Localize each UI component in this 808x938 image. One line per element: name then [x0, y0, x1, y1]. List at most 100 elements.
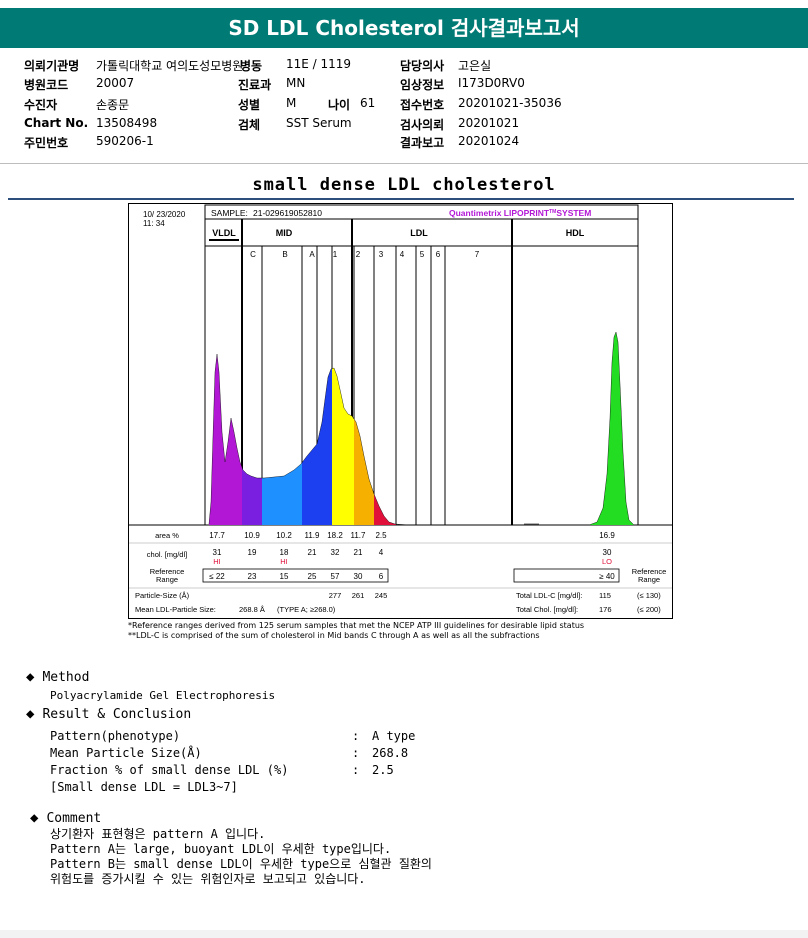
sex-label: 성별 [238, 98, 261, 112]
band-label: 2 [356, 250, 361, 259]
chart-no-label: Chart No. [24, 116, 89, 130]
total-chol-value: 176 [599, 605, 612, 614]
dept-label: 진료과 [238, 78, 272, 92]
ref-value: 57 [331, 572, 340, 581]
diamond-icon: ◆ [26, 669, 35, 685]
comment-line: Pattern B는 small dense LDL이 우세한 type으로 심… [50, 857, 432, 871]
hospital-code-label: 병원코드 [24, 78, 69, 92]
report-date: 10/ 23/2020 [143, 210, 186, 219]
comment-line: 위험도를 증가시킬 수 있는 위험인자로 보고되고 있습니다. [50, 872, 366, 886]
result-row-label: Pattern(phenotype) [50, 729, 181, 743]
chol-flag: HI [280, 557, 288, 566]
ward-value: 11E / 1119 [286, 57, 352, 71]
result-row-value: A type [372, 729, 416, 743]
result-row-value: 2.5 [372, 763, 394, 777]
ref-label-2: Range [156, 575, 178, 584]
result-bracket-note: [Small dense LDL = LDL3~7] [50, 780, 238, 794]
group-label-mid: MID [276, 228, 293, 238]
request-date-value: 20201021 [458, 116, 520, 130]
area-value: 11.9 [305, 531, 321, 540]
total-ldl-ref: (≤ 130) [637, 591, 661, 600]
result-row-sep: : [352, 746, 360, 760]
chol-value: 21 [308, 548, 317, 557]
ref-label-right-2: Range [638, 575, 660, 584]
trace-fill-ldl-1-a [317, 354, 332, 525]
result-row-value: 268.8 [372, 746, 409, 760]
lipoprint-report: 10/ 23/2020 11: 34 SAMPLE: 21-0296190528… [128, 203, 673, 619]
chol-label: chol. [mg/dl] [147, 550, 187, 559]
total-chol-ref: (≤ 200) [637, 605, 661, 614]
band-label: B [282, 250, 287, 259]
chol-value: 31 [213, 548, 222, 557]
specimen-label: 검체 [238, 118, 261, 132]
chol-value: 19 [248, 548, 257, 557]
receipt-no-label: 접수번호 [400, 98, 445, 112]
age-value: 61 [360, 96, 376, 110]
method-title: Method [42, 670, 90, 685]
receipt-no-value: 20201021-35036 [458, 96, 562, 110]
group-label-vldl: VLDL [212, 228, 236, 238]
particle-size-value: 261 [352, 591, 365, 600]
resident-no-value: 590206-1 [96, 134, 154, 148]
clinical-info-value: I173D0RV0 [458, 76, 525, 90]
ward-label: 병동 [240, 59, 263, 73]
hospital-code-value: 20007 [96, 76, 135, 90]
area-value: 11.7 [351, 531, 367, 540]
doctor-label: 담당의사 [400, 59, 445, 73]
subtitle-underline [8, 198, 794, 200]
note-line-2: **LDL-C is comprised of the sum of chole… [128, 631, 540, 640]
hdl-flag: LO [602, 557, 612, 566]
hdl-ref: ≥ 40 [599, 572, 615, 581]
particle-size-value: 245 [375, 591, 388, 600]
result-title: Result & Conclusion [42, 707, 192, 722]
method-text: Polyacrylamide Gel Electrophoresis [50, 689, 276, 702]
sample-label: SAMPLE: [211, 208, 248, 218]
trace-fill-ldl-3 [374, 354, 396, 525]
report-date-label: 결과보고 [400, 136, 445, 150]
comment-title: Comment [46, 811, 102, 826]
report-page: SD LDL Cholesterol 검사결과보고서 의뢰기관명 가톨릭대학교 … [0, 0, 808, 930]
result-heading: ◆ Result & Conclusion [26, 706, 191, 723]
report-time: 11: 34 [143, 219, 165, 228]
diamond-icon: ◆ [30, 810, 39, 826]
sample-id: 21-029619052810 [253, 208, 322, 218]
report-date-value: 20201024 [458, 134, 520, 148]
band-label: 6 [436, 250, 441, 259]
particle-size-label: Particle-Size (Å) [135, 591, 190, 600]
diamond-icon: ◆ [26, 706, 35, 722]
total-ldl-value: 115 [599, 591, 611, 600]
comment-line: 상기환자 표현형은 pattern A 입니다. [50, 827, 266, 841]
patient-name-value: 손종문 [96, 98, 130, 112]
particle-size-value: 277 [329, 591, 342, 600]
comment-line: Pattern A는 large, buoyant LDL이 우세한 type입… [50, 842, 392, 856]
result-row-sep: : [352, 763, 360, 777]
total-ldl-label: Total LDL-C [mg/dl]: [516, 591, 582, 600]
area-value: 18.2 [327, 531, 343, 540]
chol-value: 32 [331, 548, 340, 557]
hospital-value: 가톨릭대학교 여의도성모병원 [96, 59, 244, 73]
group-label-hdl: HDL [566, 228, 585, 238]
comment-heading: ◆ Comment [30, 810, 101, 827]
area-value: 2.5 [375, 531, 387, 540]
band-label: 3 [379, 250, 384, 259]
reference-notes: *Reference ranges derived from 125 serum… [128, 621, 584, 641]
mean-size-type: (TYPE A; ≥268.0) [277, 605, 336, 614]
header-divider [0, 163, 808, 164]
result-row-label: Mean Particle Size(Å) [50, 746, 202, 760]
band-label: 4 [400, 250, 405, 259]
result-row-sep: : [352, 729, 360, 743]
note-line-1: *Reference ranges derived from 125 serum… [128, 621, 585, 630]
chol-value: 18 [280, 548, 289, 557]
clinical-info-label: 임상정보 [400, 78, 445, 92]
resident-no-label: 주민번호 [24, 136, 69, 150]
chol-value: 4 [379, 548, 384, 557]
hdl-area: 16.9 [599, 531, 615, 540]
area-label: area % [155, 531, 179, 540]
ref-value: 15 [280, 572, 289, 581]
group-label-ldl: LDL [410, 228, 428, 238]
ref-value: 25 [308, 572, 317, 581]
mean-size-label: Mean LDL-Particle Size: [135, 605, 216, 614]
chol-value: 21 [354, 548, 363, 557]
section-subtitle: small dense LDL cholesterol [252, 175, 556, 195]
page-title: SD LDL Cholesterol 검사결과보고서 [0, 8, 808, 48]
